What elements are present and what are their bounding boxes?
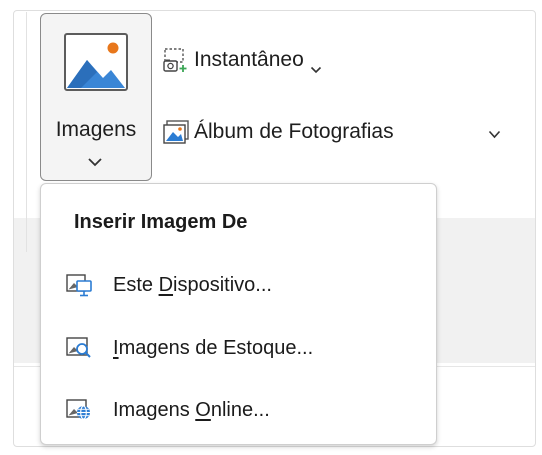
insert-image-menu: Inserir Imagem De Este Dispositivo... Im… — [40, 183, 437, 445]
menu-item-label: Imagens de Estoque... — [113, 336, 314, 359]
chevron-down-icon[interactable] — [87, 154, 103, 167]
instantaneo-label: Instantâneo — [194, 48, 304, 71]
menu-title: Inserir Imagem De — [74, 211, 248, 233]
imagens-button[interactable]: Imagens — [40, 13, 152, 181]
album-label: Álbum de Fotografias — [194, 120, 394, 143]
online-images-icon — [65, 397, 93, 423]
album-de-fotografias-button[interactable]: Álbum de Fotografias — [162, 116, 394, 148]
ribbon-group-separator — [26, 12, 27, 252]
menu-item-label: Imagens Online... — [113, 398, 270, 421]
photo-album-icon — [162, 119, 189, 145]
menu-item-online-images[interactable]: Imagens Online... — [65, 390, 420, 430]
menu-item-label: Este Dispositivo... — [113, 273, 272, 296]
chevron-down-icon[interactable] — [488, 126, 501, 139]
chevron-down-icon — [310, 56, 322, 74]
menu-item-this-device[interactable]: Este Dispositivo... — [65, 265, 420, 305]
menu-item-stock-images[interactable]: Imagens de Estoque... — [65, 328, 420, 368]
picture-icon — [63, 32, 129, 99]
imagens-label: Imagens — [55, 118, 137, 141]
instantaneo-button[interactable]: Instantâneo — [162, 44, 322, 76]
this-device-icon — [65, 272, 93, 298]
stock-images-icon — [65, 335, 93, 361]
screenshot-icon — [162, 47, 188, 73]
